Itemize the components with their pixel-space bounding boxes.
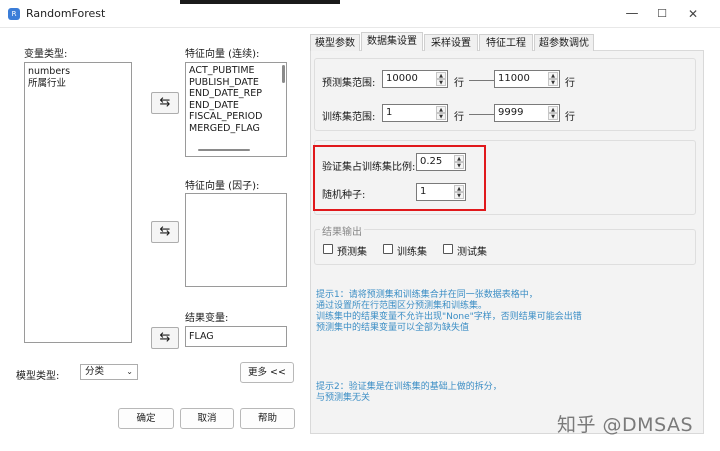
- vertical-scrollbar[interactable]: [282, 65, 285, 83]
- tab-dataset-settings[interactable]: 数据集设置: [361, 32, 423, 51]
- result-label: 结果变量:: [185, 313, 229, 324]
- predict-output-label: 预测集: [337, 247, 367, 258]
- maximize-button[interactable]: ☐: [647, 0, 677, 28]
- swap-result-button[interactable]: ⇆: [151, 327, 179, 349]
- list-item[interactable]: MERGED_FLAG: [186, 123, 286, 135]
- spin-up-icon[interactable]: ▲: [436, 72, 446, 79]
- spin-down-icon[interactable]: ▼: [548, 113, 558, 120]
- swap-factor-button[interactable]: ⇆: [151, 221, 179, 243]
- highlight-annotation-box: [313, 145, 486, 211]
- output-group: [314, 229, 696, 265]
- spin-value: 1: [386, 107, 393, 118]
- spin-up-icon[interactable]: ▲: [548, 72, 558, 79]
- model-type-value: 分类: [85, 366, 105, 377]
- model-type-label: 模型类型:: [16, 371, 60, 382]
- swap-cont-button[interactable]: ⇆: [151, 92, 179, 114]
- spin-arrows: ▲ ▼: [548, 106, 558, 120]
- train-to-spinbox[interactable]: 9999 ▲ ▼: [494, 104, 560, 122]
- chevron-down-icon: ⌄: [126, 367, 133, 376]
- predict-output-checkbox[interactable]: [323, 244, 333, 254]
- row-unit-label: 行: [454, 112, 464, 123]
- spin-down-icon[interactable]: ▼: [548, 79, 558, 86]
- feature-cont-listbox[interactable]: ACT_PUBTIME PUBLISH_DATE END_DATE_REP EN…: [185, 62, 287, 157]
- list-item[interactable]: 所属行业: [25, 78, 131, 90]
- spin-arrows: ▲ ▼: [436, 106, 446, 120]
- range-dash: [469, 80, 494, 81]
- list-item[interactable]: FISCAL_PERIOD: [186, 111, 286, 123]
- feature-cont-label: 特征向量 (连续):: [185, 49, 260, 60]
- hint2-line1: 提示2：验证集是在训练集的基础上做的拆分，: [316, 382, 502, 392]
- tab-feature-engineering[interactable]: 特征工程: [479, 34, 533, 51]
- spin-arrows: ▲ ▼: [548, 72, 558, 86]
- model-type-select[interactable]: 分类 ⌄: [80, 364, 138, 380]
- app-icon: R: [8, 8, 20, 20]
- background-window-sliver: [180, 0, 340, 4]
- row-unit-label: 行: [565, 112, 575, 123]
- feature-factor-listbox[interactable]: [185, 193, 287, 287]
- row-unit-label: 行: [454, 78, 464, 89]
- train-range-label: 训练集范围:: [322, 112, 376, 123]
- hint1-line4: 预测集中的结果变量可以全部为缺失值: [316, 323, 470, 333]
- watermark: 知乎 @DMSAS: [557, 414, 694, 436]
- help-button[interactable]: 帮助: [240, 408, 295, 429]
- predict-from-spinbox[interactable]: 10000 ▲ ▼: [382, 70, 448, 88]
- var-type-label: 变量类型:: [24, 49, 68, 60]
- spin-value: 11000: [498, 73, 530, 84]
- output-group-label: 结果输出: [320, 223, 364, 238]
- predict-to-spinbox[interactable]: 11000 ▲ ▼: [494, 70, 560, 88]
- hint1-line2: 通过设置所在行范围区分预测集和训练集。: [316, 301, 488, 311]
- test-output-checkbox[interactable]: [443, 244, 453, 254]
- spin-arrows: ▲ ▼: [436, 72, 446, 86]
- train-output-label: 训练集: [397, 247, 427, 258]
- list-item[interactable]: PUBLISH_DATE: [186, 77, 286, 89]
- list-item[interactable]: numbers: [25, 66, 131, 78]
- spin-down-icon[interactable]: ▼: [436, 113, 446, 120]
- hint2-line2: 与预测集无关: [316, 393, 371, 403]
- feature-factor-label: 特征向量 (因子):: [185, 181, 260, 192]
- spin-up-icon[interactable]: ▲: [548, 106, 558, 113]
- var-type-listbox[interactable]: numbers 所属行业: [24, 62, 132, 343]
- more-button[interactable]: 更多 <<: [240, 362, 294, 383]
- result-listbox[interactable]: FLAG: [185, 326, 287, 347]
- train-from-spinbox[interactable]: 1 ▲ ▼: [382, 104, 448, 122]
- hint1-line3: 训练集中的结果变量不允许出现"None"字样，否则结果可能会出错: [316, 312, 582, 322]
- tab-model-params[interactable]: 模型参数: [310, 34, 360, 51]
- test-output-label: 测试集: [457, 247, 487, 258]
- hint1-line1: 提示1：请将预测集和训练集合并在同一张数据表格中，: [316, 290, 538, 300]
- range-dash: [469, 114, 494, 115]
- cancel-button[interactable]: 取消: [180, 408, 234, 429]
- row-unit-label: 行: [565, 78, 575, 89]
- spin-value: 10000: [386, 73, 418, 84]
- ok-button[interactable]: 确定: [118, 408, 174, 429]
- close-button[interactable]: ✕: [678, 0, 708, 28]
- spin-value: 9999: [498, 107, 524, 118]
- title-bar: [0, 0, 720, 28]
- minimize-button[interactable]: —: [617, 0, 647, 28]
- train-output-checkbox[interactable]: [383, 244, 393, 254]
- list-item[interactable]: END_DATE_REP: [186, 88, 286, 100]
- tab-hyperparam-tuning[interactable]: 超参数调优: [534, 34, 594, 51]
- window-title: RandomForest: [26, 7, 106, 20]
- tab-sampling[interactable]: 采样设置: [424, 34, 478, 51]
- spin-up-icon[interactable]: ▲: [436, 106, 446, 113]
- list-item[interactable]: ACT_PUBTIME: [186, 65, 286, 77]
- list-item[interactable]: END_DATE: [186, 100, 286, 112]
- predict-range-label: 预测集范围:: [322, 78, 376, 89]
- horizontal-scrollbar[interactable]: [198, 149, 250, 151]
- spin-down-icon[interactable]: ▼: [436, 79, 446, 86]
- list-item[interactable]: FLAG: [186, 327, 286, 346]
